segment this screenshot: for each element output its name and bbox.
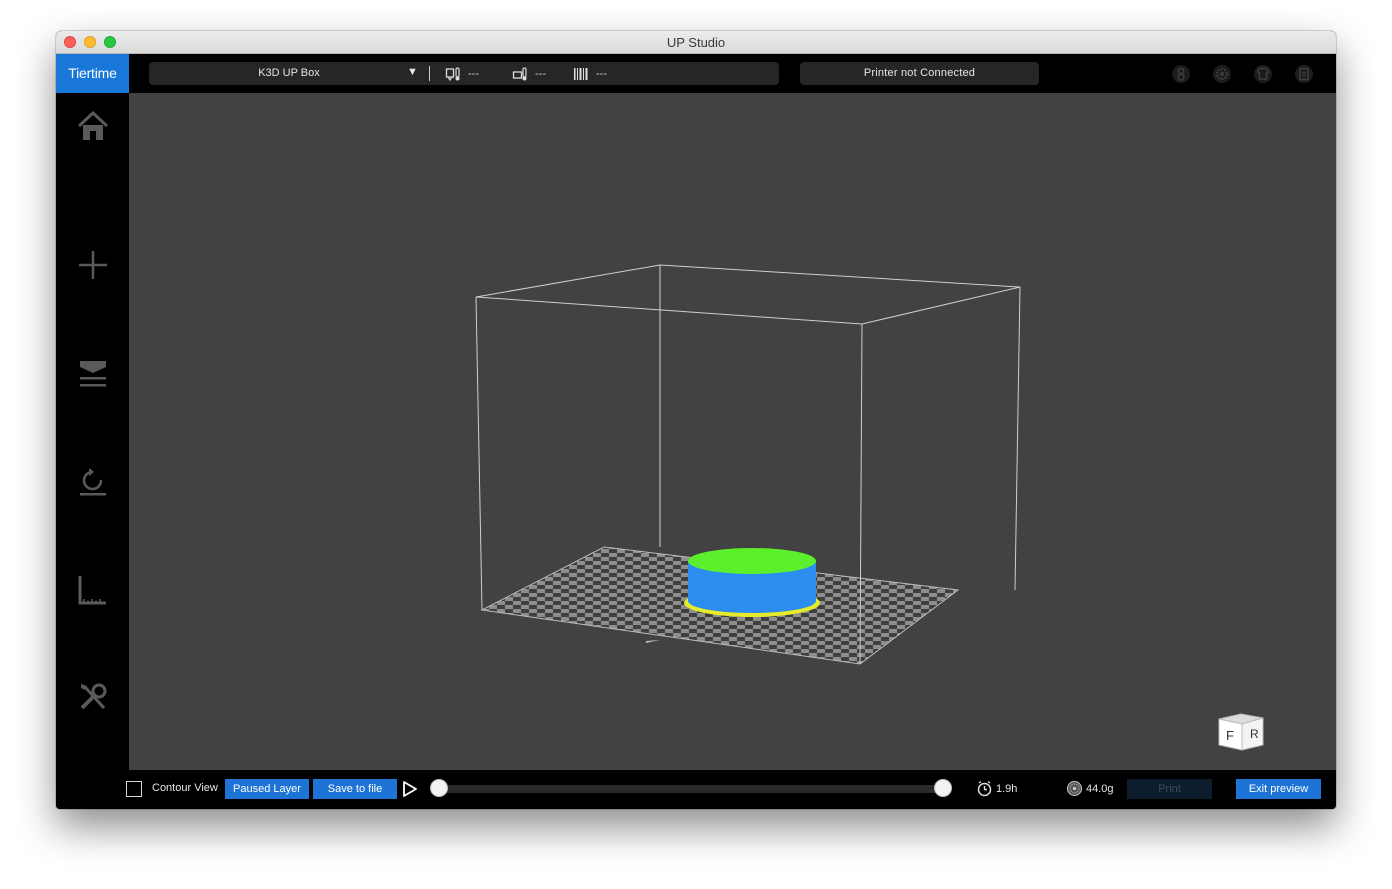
top-toolbar: Tiertime K3D UP Box ▼ --- --- --- Printe… bbox=[56, 54, 1336, 93]
layer-range-slider[interactable] bbox=[439, 785, 943, 793]
settings-icon[interactable] bbox=[1212, 64, 1232, 84]
calibrate-icon[interactable] bbox=[76, 464, 110, 498]
filament-spool-icon bbox=[1067, 781, 1082, 796]
level-icon[interactable] bbox=[76, 572, 110, 606]
contour-view-checkbox[interactable] bbox=[126, 781, 142, 797]
layer-start-handle[interactable] bbox=[430, 779, 448, 797]
build-volume-scene bbox=[475, 264, 1021, 665]
maintenance-icon[interactable] bbox=[76, 680, 110, 714]
title-bar: UP Studio bbox=[56, 31, 1336, 54]
app-window: UP Studio Tiertime K3D UP Box ▼ --- --- … bbox=[56, 31, 1336, 809]
clipboard-icon[interactable] bbox=[1294, 64, 1314, 84]
print-icon[interactable] bbox=[76, 356, 110, 390]
dropdown-caret-icon[interactable]: ▼ bbox=[407, 66, 418, 78]
sidebar bbox=[56, 93, 129, 809]
bed-temperature-icon bbox=[512, 66, 527, 80]
preview-toolbar: Contour View Paused Layer Save to file 1… bbox=[56, 770, 1336, 809]
shirt-icon[interactable] bbox=[1253, 64, 1273, 84]
print-time: 1.9h bbox=[976, 780, 1017, 797]
divider bbox=[429, 66, 430, 81]
cylinder-model[interactable] bbox=[684, 548, 820, 617]
play-icon[interactable] bbox=[401, 780, 419, 798]
home-icon[interactable] bbox=[76, 109, 110, 143]
window-title: UP Studio bbox=[666, 35, 726, 50]
printer-selector[interactable]: K3D UP Box ▼ --- --- --- bbox=[149, 62, 779, 85]
layer-end-handle[interactable] bbox=[934, 779, 952, 797]
clock-icon bbox=[977, 780, 992, 797]
bed-temperature: --- bbox=[512, 65, 546, 82]
save-to-file-button[interactable]: Save to file bbox=[313, 779, 397, 799]
material-barcode-icon bbox=[574, 67, 588, 80]
3d-viewport[interactable]: F R bbox=[129, 93, 1336, 770]
print-button[interactable]: Print bbox=[1127, 779, 1212, 799]
view-navigation-cube[interactable]: F R bbox=[1217, 710, 1267, 758]
material-weight-value: 44.0g bbox=[1086, 782, 1114, 795]
paused-layer-button[interactable]: Paused Layer bbox=[225, 779, 309, 799]
plate-front-marker bbox=[646, 640, 660, 643]
nozzle-temperature: --- bbox=[445, 65, 479, 82]
cube-right-label: R bbox=[1250, 727, 1259, 741]
account-icon[interactable] bbox=[1171, 64, 1191, 84]
material-value: --- bbox=[596, 67, 607, 80]
bed-temperature-value: --- bbox=[535, 67, 546, 80]
contour-view-label: Contour View bbox=[152, 782, 218, 794]
cube-front-label: F bbox=[1226, 728, 1234, 743]
material-amount: --- bbox=[573, 65, 607, 82]
add-icon[interactable] bbox=[76, 248, 110, 282]
printer-status: Printer not Connected bbox=[800, 62, 1039, 85]
printer-name: K3D UP Box bbox=[258, 67, 320, 79]
nozzle-temperature-value: --- bbox=[468, 67, 479, 80]
nozzle-temperature-icon bbox=[445, 66, 460, 81]
exit-preview-button[interactable]: Exit preview bbox=[1236, 779, 1321, 799]
print-time-value: 1.9h bbox=[996, 782, 1018, 795]
material-weight: 44.0g bbox=[1066, 780, 1114, 797]
tiertime-logo: Tiertime bbox=[56, 54, 129, 93]
